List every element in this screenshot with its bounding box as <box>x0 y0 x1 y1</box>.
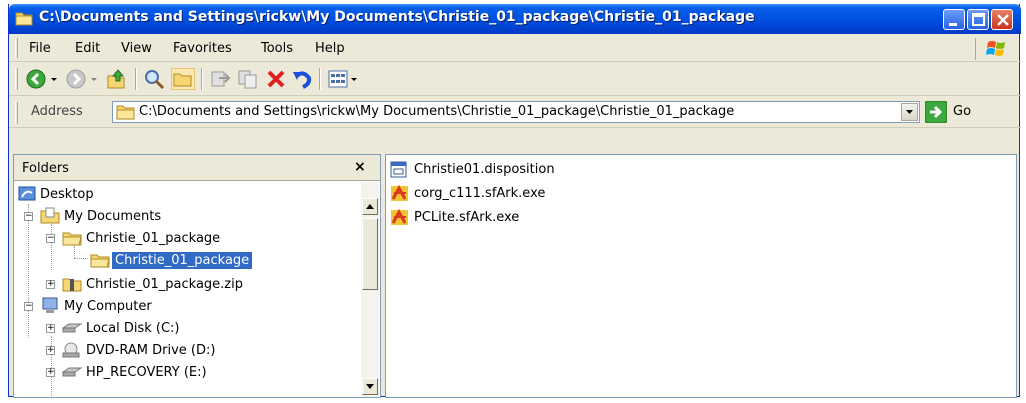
chevron-down-icon <box>906 110 913 114</box>
views-icon[interactable] <box>327 68 349 90</box>
close-button[interactable] <box>991 9 1013 30</box>
address-input[interactable]: C:\Documents and Settings\rickw\My Docum… <box>112 101 920 123</box>
file-list-pane: Christie01.disposition corg_c111.sfArk.e… <box>385 154 1017 398</box>
file-name: corg_c111.sfArk.exe <box>414 186 546 201</box>
document-icon <box>390 161 407 178</box>
views-dropdown-icon[interactable] <box>349 68 359 90</box>
undo-icon[interactable] <box>291 68 313 90</box>
standard-toolbar <box>9 62 1021 96</box>
dvd-drive-icon <box>62 342 80 358</box>
menu-view[interactable]: View <box>121 41 152 56</box>
tree-item-label: Christie_01_package <box>112 252 253 269</box>
collapse-icon[interactable]: − <box>46 234 55 243</box>
collapse-icon[interactable]: − <box>24 302 33 311</box>
up-folder-icon[interactable] <box>105 68 127 90</box>
hard-disk-icon <box>62 367 82 377</box>
windows-flag-icon <box>986 41 1005 56</box>
folders-pane-header: Folders × <box>14 155 380 181</box>
tree-item-label: Local Disk (C:) <box>86 321 180 336</box>
desktop-icon <box>18 186 36 201</box>
tree-line <box>74 258 88 259</box>
copy-to-icon[interactable] <box>237 68 259 90</box>
tree-item-label: Christie_01_package.zip <box>86 277 243 292</box>
delete-icon[interactable] <box>265 68 287 90</box>
file-name: PCLite.sfArk.exe <box>414 210 520 225</box>
folders-icon[interactable] <box>171 68 195 90</box>
minimize-icon <box>949 23 957 26</box>
tree-line <box>28 204 29 338</box>
tree-item-label: Christie_01_package <box>86 231 221 246</box>
tree-item-label: DVD-RAM Drive (D:) <box>86 343 216 358</box>
arrow-up-icon <box>366 204 374 209</box>
tree-item-label: My Computer <box>64 299 152 314</box>
address-bar: Address C:\Documents and Settings\rickw\… <box>9 96 1021 128</box>
explorer-window: C:\Documents and Settings\rickw\My Docum… <box>8 4 1021 398</box>
maximize-icon <box>972 13 985 26</box>
forward-dropdown-icon[interactable] <box>89 68 99 90</box>
search-icon[interactable] <box>143 68 165 90</box>
windows-logo <box>975 38 1013 60</box>
address-grip[interactable] <box>15 102 18 124</box>
folder-icon <box>116 105 135 120</box>
folder-open-icon <box>90 254 110 268</box>
title-bar[interactable]: C:\Documents and Settings\rickw\My Docum… <box>9 4 1021 34</box>
close-icon <box>997 14 1009 26</box>
menu-grip[interactable] <box>15 38 18 58</box>
sfark-exe-icon <box>391 185 408 201</box>
folder-tree: Desktop − My Documents − Christie_01_pac… <box>14 182 360 398</box>
arrow-down-icon <box>366 384 374 389</box>
folders-pane-title: Folders <box>22 161 69 176</box>
scroll-thumb[interactable] <box>362 218 378 290</box>
my-computer-icon <box>42 297 58 313</box>
folder-icon <box>15 12 33 26</box>
window-title: C:\Documents and Settings\rickw\My Docum… <box>39 9 755 25</box>
tree-item-label: HP_RECOVERY (E:) <box>86 365 207 380</box>
my-documents-icon <box>40 207 60 224</box>
maximize-button[interactable] <box>967 9 989 30</box>
tree-line <box>74 246 75 258</box>
expand-icon[interactable]: + <box>46 346 55 355</box>
scroll-up-button[interactable] <box>362 198 378 215</box>
sfark-exe-icon <box>391 209 408 225</box>
zip-folder-icon <box>62 278 82 292</box>
minimize-button[interactable] <box>943 9 965 30</box>
toolbar-grip[interactable] <box>15 68 18 90</box>
menu-bar: File Edit View Favorites Tools Help <box>9 34 1021 62</box>
expand-icon[interactable]: + <box>46 280 55 289</box>
folders-pane-close-button[interactable]: × <box>354 159 366 175</box>
scroll-down-button[interactable] <box>362 378 378 395</box>
file-name: Christie01.disposition <box>414 162 555 177</box>
folder-open-icon <box>62 232 82 246</box>
move-to-icon[interactable] <box>209 68 231 90</box>
toolbar-separator <box>201 68 203 90</box>
tree-item-label: My Documents <box>64 209 162 224</box>
back-dropdown-icon[interactable] <box>49 68 59 90</box>
menu-tools[interactable]: Tools <box>261 41 293 56</box>
go-arrow-icon[interactable] <box>925 101 947 123</box>
tree-line <box>51 224 52 270</box>
tree-item-label: Desktop <box>40 187 94 202</box>
expand-icon[interactable]: + <box>46 368 55 377</box>
menu-file[interactable]: File <box>29 41 51 56</box>
hard-disk-icon <box>62 323 82 333</box>
address-dropdown-button[interactable] <box>901 103 918 121</box>
back-icon[interactable] <box>25 68 47 90</box>
go-button[interactable]: Go <box>953 104 971 119</box>
toolbar-separator <box>135 68 137 90</box>
folders-scrollbar[interactable] <box>361 182 379 397</box>
address-label: Address <box>31 104 83 119</box>
forward-icon[interactable] <box>65 68 87 90</box>
expand-icon[interactable]: + <box>46 324 55 333</box>
menu-edit[interactable]: Edit <box>75 41 100 56</box>
toolbar-separator <box>319 68 321 90</box>
menu-favorites[interactable]: Favorites <box>173 41 232 56</box>
menu-help[interactable]: Help <box>315 41 345 56</box>
folders-pane: Folders × Desktop − My Documents − Chris… <box>13 154 381 398</box>
address-value: C:\Documents and Settings\rickw\My Docum… <box>139 104 735 119</box>
collapse-icon[interactable]: − <box>24 212 33 221</box>
